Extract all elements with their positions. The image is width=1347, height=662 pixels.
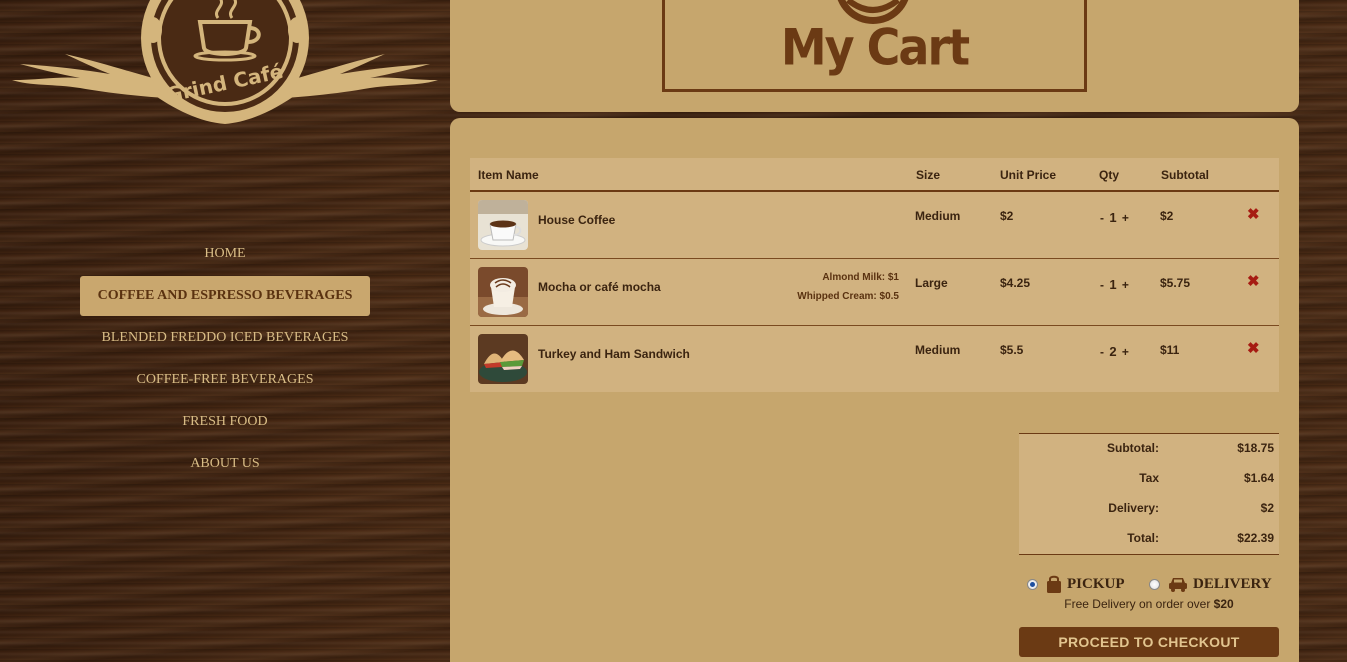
total-value: $22.39: [1237, 531, 1274, 545]
quantity-stepper: - 2 +: [1100, 344, 1129, 359]
cart-panel: Item Name Size Unit Price Qty Subtotal H…: [450, 118, 1299, 662]
delivery-value: $2: [1260, 501, 1274, 515]
tax-value: $1.64: [1243, 471, 1274, 485]
free-delivery-amount: $20: [1213, 597, 1234, 611]
qty-increase-button[interactable]: +: [1122, 278, 1129, 292]
free-delivery-note: Free Delivery on order over $20: [1019, 597, 1279, 611]
qty-increase-button[interactable]: +: [1122, 211, 1129, 225]
col-size: Size: [916, 168, 941, 182]
table-row: House Coffee Medium $2 - 1 + $2 ✖: [470, 192, 1279, 259]
col-unit-price: Unit Price: [1000, 168, 1057, 182]
qty-increase-button[interactable]: +: [1122, 345, 1129, 359]
item-unit-price: $4.25: [1000, 276, 1031, 290]
remove-item-icon[interactable]: ✖: [1247, 205, 1260, 223]
table-row: Turkey and Ham Sandwich Medium $5.5 - 2 …: [470, 326, 1279, 392]
nav-item-home[interactable]: HOME: [80, 234, 370, 274]
item-subtotal: $2: [1160, 209, 1174, 223]
summary-delivery: Delivery: $2: [1019, 501, 1279, 521]
nav-item-about-us[interactable]: ABOUT US: [80, 444, 370, 484]
total-label: Total:: [1127, 531, 1159, 545]
item-subtotal: $5.75: [1160, 276, 1191, 290]
sandwich-image: [478, 334, 528, 384]
qty-value: 1: [1109, 210, 1117, 225]
proceed-to-checkout-button[interactable]: PROCEED TO CHECKOUT: [1019, 627, 1279, 657]
mocha-image: [478, 267, 528, 317]
item-size: Medium: [915, 343, 961, 357]
quantity-stepper: - 1 +: [1100, 277, 1129, 292]
delivery-radio[interactable]: [1149, 578, 1160, 590]
grind-cafe-logo[interactable]: Grind Café: [0, 0, 450, 135]
item-name[interactable]: House Coffee: [538, 213, 615, 227]
main-nav: HOME COFFEE AND ESPRESSO BEVERAGES BLEND…: [80, 234, 370, 486]
qty-decrease-button[interactable]: -: [1100, 211, 1104, 225]
remove-item-icon[interactable]: ✖: [1247, 339, 1260, 357]
item-name[interactable]: Turkey and Ham Sandwich: [538, 347, 690, 361]
summary-subtotal: Subtotal: $18.75: [1019, 441, 1279, 461]
item-size: Large: [915, 276, 948, 290]
delivery-option-label: DELIVERY: [1193, 575, 1272, 592]
page-title: My Cart: [780, 17, 970, 77]
header-panel: My Cart: [450, 0, 1299, 112]
table-header: Item Name Size Unit Price Qty Subtotal: [470, 158, 1279, 192]
free-delivery-text: Free Delivery on order over: [1064, 597, 1214, 611]
house-coffee-image: [478, 200, 528, 250]
item-unit-price: $2: [1000, 209, 1014, 223]
item-extras: Almond Milk: $1 Whipped Cream: $0.5: [797, 268, 899, 306]
item-size: Medium: [915, 209, 961, 223]
summary-tax: Tax $1.64: [1019, 471, 1279, 491]
item-name[interactable]: Mocha or café mocha: [538, 280, 661, 294]
qty-decrease-button[interactable]: -: [1100, 345, 1104, 359]
col-qty: Qty: [1099, 168, 1120, 182]
item-unit-price: $5.5: [1000, 343, 1024, 357]
extra-almond-milk: Almond Milk: $1: [822, 272, 899, 283]
qty-value: 1: [1109, 277, 1117, 292]
fulfillment-options: PICKUP DELIVERY: [1025, 572, 1285, 596]
col-subtotal: Subtotal: [1161, 168, 1209, 182]
nav-item-coffee-espresso[interactable]: COFFEE AND ESPRESSO BEVERAGES: [80, 276, 370, 316]
table-row: Mocha or café mocha Almond Milk: $1 Whip…: [470, 259, 1279, 326]
pickup-radio[interactable]: [1027, 578, 1038, 590]
delivery-option[interactable]: DELIVERY: [1149, 572, 1272, 596]
item-subtotal: $11: [1160, 343, 1180, 357]
quantity-stepper: - 1 +: [1100, 210, 1129, 225]
nav-item-fresh-food[interactable]: FRESH FOOD: [80, 402, 370, 442]
delivery-label: Delivery:: [1108, 501, 1159, 515]
shopping-bag-icon: [1047, 575, 1061, 593]
subtotal-label: Subtotal:: [1107, 441, 1159, 455]
pickup-label: PICKUP: [1067, 575, 1125, 592]
qty-decrease-button[interactable]: -: [1100, 278, 1104, 292]
extra-whipped-cream: Whipped Cream: $0.5: [797, 291, 899, 302]
tax-label: Tax: [1139, 471, 1159, 485]
col-item-name: Item Name: [478, 168, 539, 182]
subtotal-value: $18.75: [1237, 441, 1274, 455]
sidebar: Grind Café HOME COFFEE AND ESPRESSO BEVE…: [0, 0, 450, 662]
remove-item-icon[interactable]: ✖: [1247, 272, 1260, 290]
pickup-option[interactable]: PICKUP: [1027, 572, 1125, 596]
order-summary: Subtotal: $18.75 Tax $1.64 Delivery: $2 …: [1019, 433, 1279, 555]
cart-table: Item Name Size Unit Price Qty Subtotal H…: [470, 158, 1279, 392]
car-icon: [1169, 578, 1187, 592]
my-cart-banner: My Cart: [662, 0, 1087, 92]
qty-value: 2: [1109, 344, 1117, 359]
nav-item-coffee-free[interactable]: COFFEE-FREE BEVERAGES: [80, 360, 370, 400]
nav-item-blended-freddo[interactable]: BLENDED FREDDO ICED BEVERAGES: [80, 318, 370, 358]
summary-total: Total: $22.39: [1019, 531, 1279, 551]
